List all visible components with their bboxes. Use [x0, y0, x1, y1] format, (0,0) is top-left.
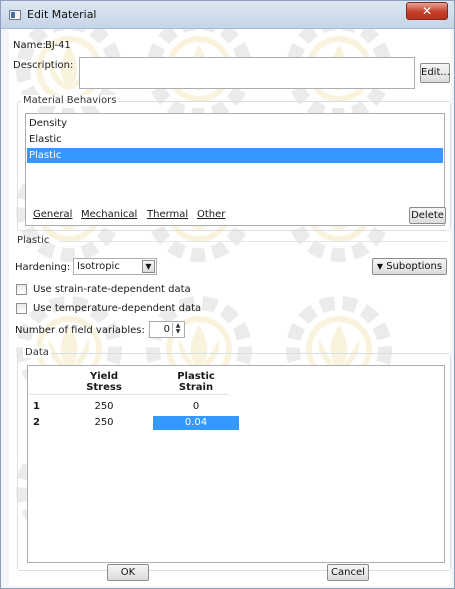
list-item-density[interactable]: Density: [27, 116, 443, 131]
data-table[interactable]: Yield Stress Plastic Strain 1 250 0 2 25…: [27, 365, 445, 563]
menu-general[interactable]: General: [33, 209, 72, 220]
temperature-checkbox[interactable]: [16, 303, 27, 314]
column-header-line: Strain: [178, 382, 214, 393]
description-label: Description:: [13, 60, 74, 71]
cancel-button[interactable]: Cancel: [327, 564, 369, 581]
list-item-plastic[interactable]: Plastic: [27, 148, 443, 163]
title-bar[interactable]: Edit Material ✕: [1, 1, 454, 29]
menu-other[interactable]: Other: [197, 209, 225, 220]
field-variables-value: 0: [163, 324, 170, 335]
edit-material-dialog: Edit Material ✕ Name: BJ-41 Description:…: [0, 0, 455, 589]
header-divider: [29, 394, 229, 395]
close-button[interactable]: ✕: [406, 2, 448, 20]
window-title: Edit Material: [27, 8, 97, 21]
field-variables-label: Number of field variables:: [15, 325, 145, 336]
data-group-label: Data: [23, 347, 51, 358]
column-header-yield-stress: Yield Stress: [74, 371, 134, 393]
table-cell[interactable]: 250: [74, 416, 134, 430]
suboptions-button[interactable]: ▼ Suboptions: [372, 258, 447, 275]
ok-button[interactable]: OK: [107, 564, 149, 581]
edit-description-button[interactable]: Edit...: [420, 63, 450, 83]
hardening-value: Isotropic: [77, 261, 120, 272]
section-divider: [59, 241, 447, 242]
column-header-plastic-strain: Plastic Strain: [153, 371, 239, 393]
hardening-label: Hardening:: [15, 262, 71, 273]
window-icon: [9, 10, 21, 20]
temperature-label: Use temperature-dependent data: [33, 303, 202, 314]
table-cell[interactable]: 0: [153, 400, 239, 414]
column-header-line: Yield: [89, 371, 119, 382]
plastic-section-label: Plastic: [17, 235, 50, 246]
column-header-line: Plastic: [177, 371, 215, 382]
column-header-line: Stress: [86, 382, 122, 393]
menu-mechanical[interactable]: Mechanical: [81, 209, 137, 220]
hardening-select[interactable]: Isotropic ▼: [73, 258, 157, 275]
name-label: Name:: [13, 40, 46, 51]
table-cell[interactable]: 250: [74, 400, 134, 414]
strain-rate-checkbox[interactable]: [16, 284, 27, 295]
list-item-elastic[interactable]: Elastic: [27, 132, 443, 147]
material-behaviors-label: Material Behaviors: [21, 95, 119, 106]
field-variables-spinner[interactable]: 0 ▲ ▼: [149, 321, 185, 338]
material-name: BJ-41: [45, 40, 71, 51]
spinner-arrows-icon[interactable]: ▲ ▼: [172, 323, 183, 336]
chevron-down-icon[interactable]: ▼: [142, 260, 155, 273]
dialog-body: Name: BJ-41 Description: Edit... Materia…: [9, 29, 451, 586]
dropdown-arrow-icon: ▼: [376, 262, 384, 271]
description-input[interactable]: [79, 57, 415, 89]
delete-button[interactable]: Delete: [409, 207, 446, 224]
menu-thermal[interactable]: Thermal: [147, 209, 188, 220]
suboptions-label: Suboptions: [386, 261, 443, 272]
table-cell-selected[interactable]: 0.04: [153, 416, 239, 430]
row-index: 2: [33, 417, 40, 428]
strain-rate-label: Use strain-rate-dependent data: [33, 284, 191, 295]
row-index: 1: [33, 401, 40, 412]
